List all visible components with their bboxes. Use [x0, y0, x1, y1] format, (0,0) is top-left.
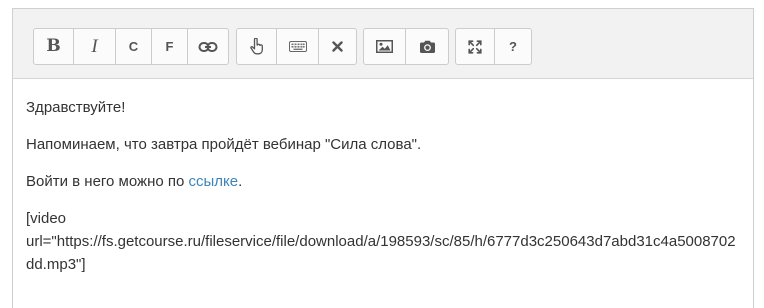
rich-text-editor: B I C F ? Здравствуйте! Напоминаем, что … — [12, 8, 754, 308]
camera-button[interactable] — [406, 29, 448, 64]
reminder-paragraph: Напоминаем, что завтра пройдёт вебинар "… — [26, 136, 422, 153]
login-paragraph: Войти в него можно по ссылке. — [26, 170, 753, 193]
help-button[interactable]: ? — [495, 29, 531, 64]
c-button[interactable]: C — [116, 29, 152, 64]
fullscreen-icon — [468, 39, 482, 54]
italic-icon: I — [91, 36, 98, 57]
view-group: ? — [455, 28, 532, 65]
c-icon: C — [128, 39, 139, 54]
clear-button[interactable] — [319, 29, 356, 64]
image-button[interactable] — [364, 29, 407, 64]
video-shortcode-url: url="https://fs.getcourse.ru/fileservice… — [26, 233, 736, 273]
video-shortcode-open: [video — [26, 210, 67, 227]
hand-button[interactable] — [237, 29, 277, 64]
hand-pointer-icon — [249, 38, 264, 55]
f-button[interactable]: F — [152, 29, 188, 64]
image-icon — [376, 40, 393, 53]
editor-content[interactable]: Здравствуйте! Напоминаем, что завтра про… — [13, 79, 753, 276]
login-prefix-text: Войти в него можно по — [26, 173, 189, 190]
link-icon — [198, 41, 218, 53]
fullscreen-button[interactable] — [456, 29, 495, 64]
close-icon — [332, 41, 343, 52]
link-button[interactable] — [188, 29, 228, 64]
greeting-paragraph: Здравствуйте! — [26, 99, 126, 116]
bold-icon: B — [46, 36, 61, 56]
italic-button[interactable]: I — [74, 29, 116, 64]
editor-toolbar: B I C F ? — [13, 9, 753, 79]
login-link[interactable]: ссылке — [189, 173, 239, 190]
login-suffix-text: . — [238, 173, 243, 190]
formatting-group: B I C F — [33, 28, 229, 65]
keyboard-icon — [288, 41, 307, 52]
keyboard-button[interactable] — [277, 29, 319, 64]
media-group — [363, 28, 449, 65]
bold-button[interactable]: B — [34, 29, 74, 64]
f-icon: F — [165, 39, 174, 54]
insert-group — [236, 28, 357, 65]
question-icon: ? — [509, 39, 517, 54]
camera-icon — [419, 40, 436, 54]
